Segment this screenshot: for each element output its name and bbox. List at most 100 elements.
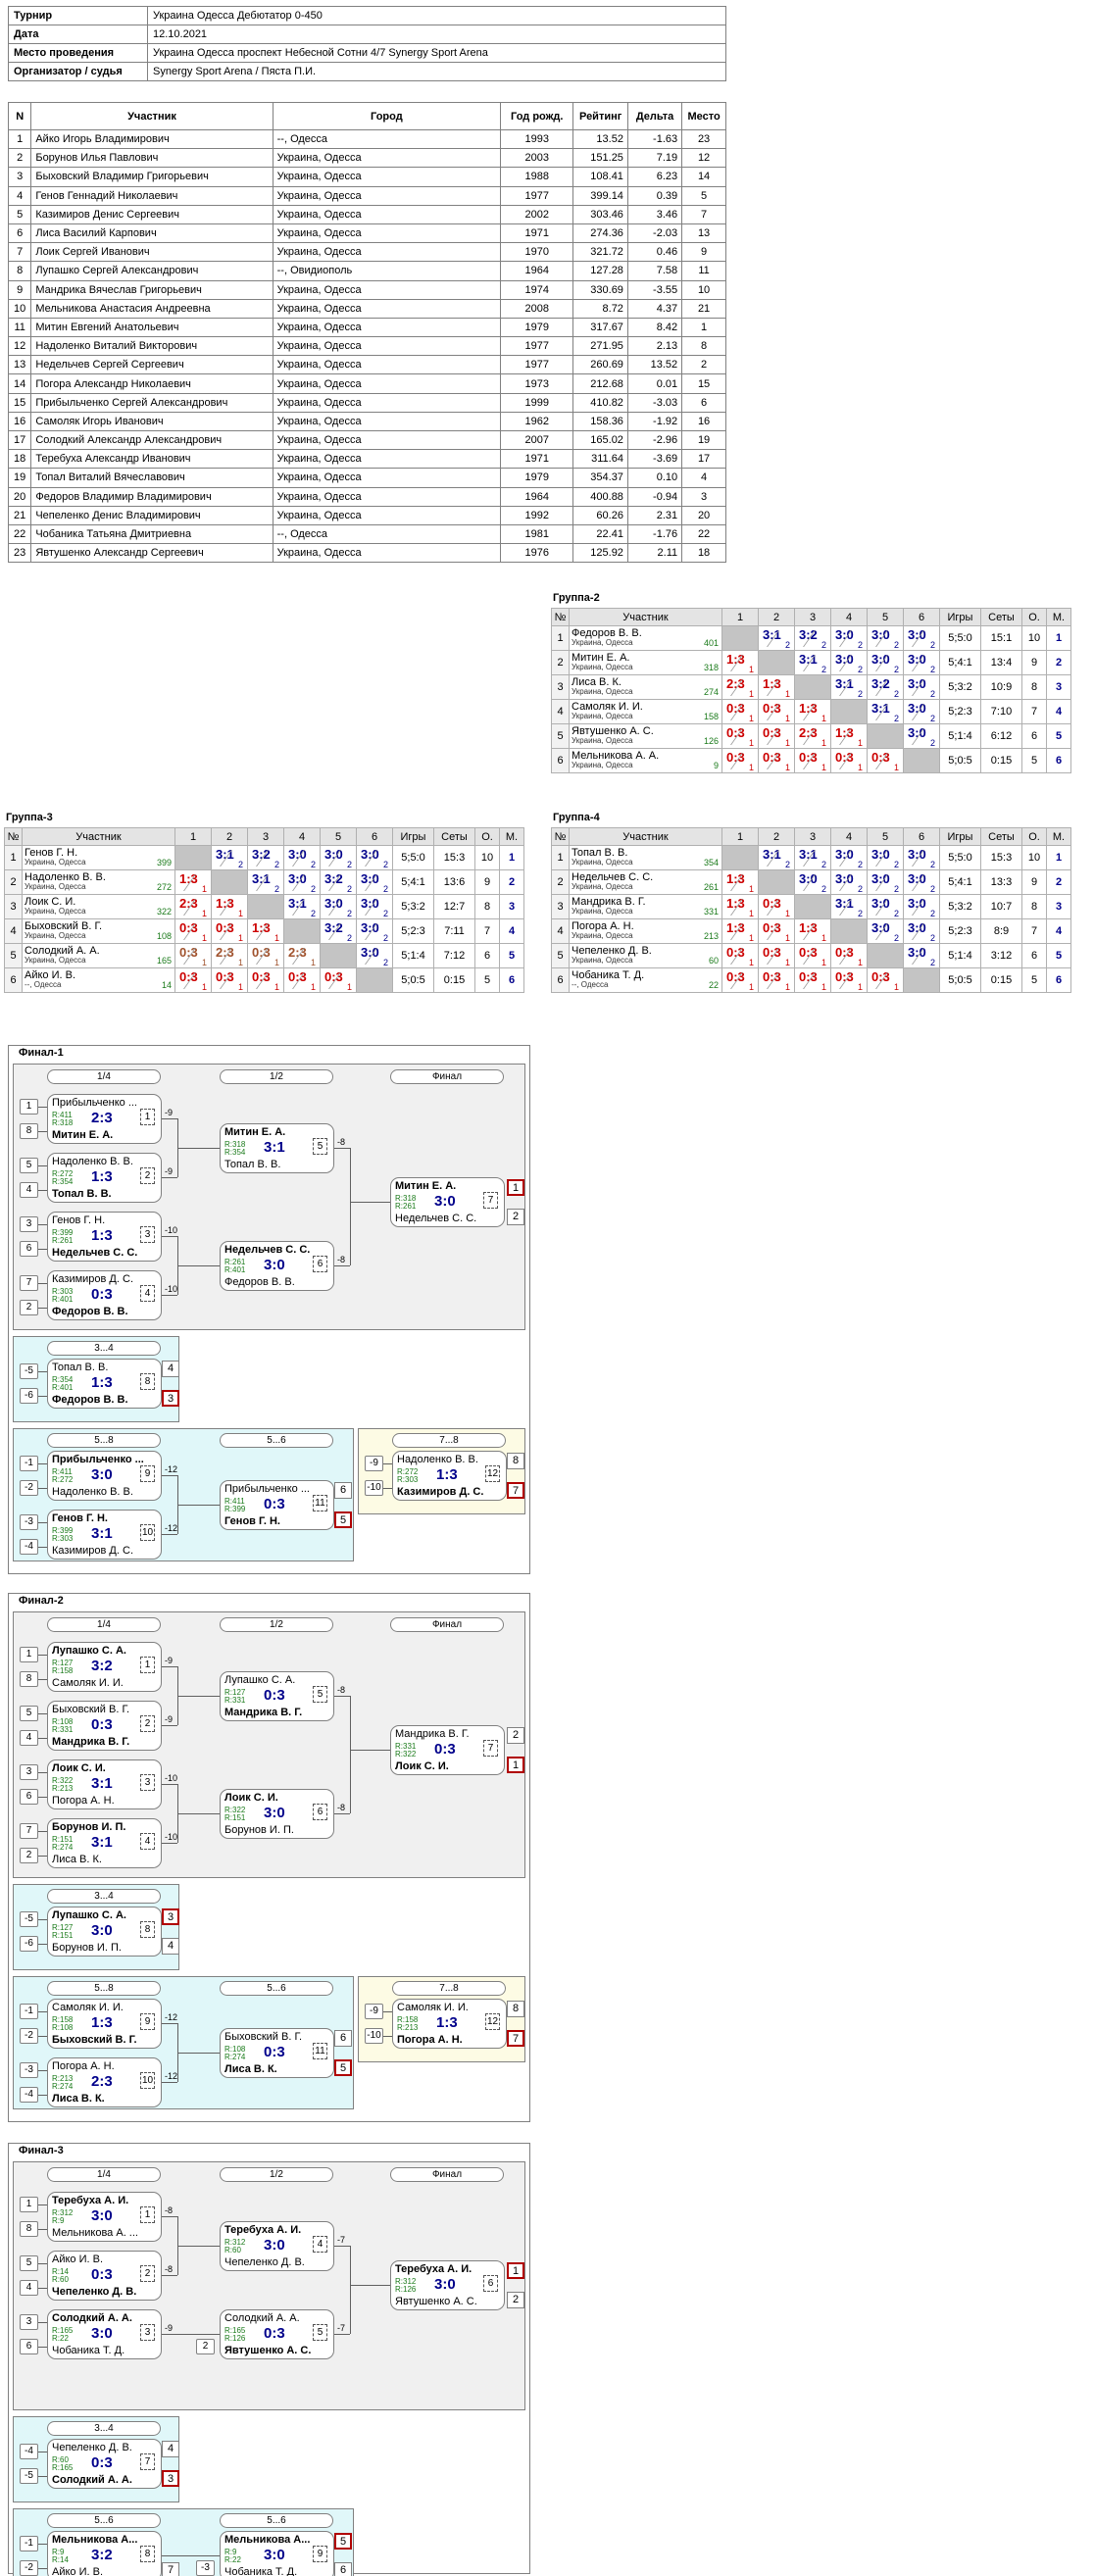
match-score-cell[interactable]: 0:3 1 bbox=[867, 967, 905, 993]
match-score-cell[interactable]: 1:3 1 bbox=[830, 723, 869, 749]
match-score-cell[interactable]: 0:3 1 bbox=[247, 943, 285, 968]
match-score-cell[interactable]: 0:3 1 bbox=[721, 943, 760, 968]
match-score-cell[interactable]: 0:3 1 bbox=[758, 894, 796, 919]
match-box[interactable]: Самоляк И. И. Погора А. Н. R:158 R:213 1:3 12 bbox=[392, 1999, 507, 2049]
match-score-cell[interactable]: 0:3 1 bbox=[721, 967, 760, 993]
match-score-cell[interactable]: 0:3 1 bbox=[830, 967, 869, 993]
match-box[interactable]: Борунов И. П. Лиса В. К. R:151 R:274 3:1 4 bbox=[47, 1818, 162, 1868]
match-score-cell[interactable]: 2:3 1 bbox=[721, 674, 760, 700]
match-score-cell[interactable]: 0:3 1 bbox=[794, 943, 832, 968]
match-score-cell[interactable]: 3:2 2 bbox=[867, 674, 905, 700]
match-score-cell[interactable]: 3:0 2 bbox=[320, 845, 358, 870]
match-box[interactable]: Надоленко В. В. Топал В. В. R:272 R:354 1:3 2 bbox=[47, 1153, 162, 1203]
match-box[interactable]: Айко И. В. Чепеленко Д. В. R:14 R:60 0:3 2 bbox=[47, 2251, 162, 2301]
match-score-cell[interactable]: 3:1 2 bbox=[794, 650, 832, 675]
match-score-cell[interactable]: 0:3 1 bbox=[758, 943, 796, 968]
match-score-cell[interactable]: 1:3 1 bbox=[247, 918, 285, 944]
match-score-cell[interactable]: 3:1 2 bbox=[794, 845, 832, 870]
match-score-cell[interactable]: 3:1 2 bbox=[758, 625, 796, 651]
match-score-cell[interactable]: 3:0 2 bbox=[356, 918, 394, 944]
match-score-cell[interactable]: 3:2 2 bbox=[794, 625, 832, 651]
match-score-cell[interactable]: 1:3 1 bbox=[721, 650, 760, 675]
match-box[interactable]: Надоленко В. В. Казимиров Д. С. R:272 R:303… bbox=[392, 1451, 507, 1501]
match-box[interactable]: Прибыльченко ... Надоленко В. В. R:411 R:27… bbox=[47, 1451, 162, 1501]
match-score-cell[interactable]: 3:0 2 bbox=[794, 869, 832, 895]
match-score-cell[interactable]: 3:0 2 bbox=[867, 845, 905, 870]
match-score-cell[interactable]: 0:3 1 bbox=[174, 918, 213, 944]
match-score-cell[interactable]: 3:1 2 bbox=[758, 845, 796, 870]
match-score-cell[interactable]: 0:3 1 bbox=[758, 699, 796, 724]
match-score-cell[interactable]: 3:0 2 bbox=[903, 650, 941, 675]
match-score-cell[interactable]: 0:3 1 bbox=[721, 699, 760, 724]
match-score-cell[interactable]: 3:0 2 bbox=[356, 845, 394, 870]
match-score-cell[interactable]: 1:3 1 bbox=[721, 869, 760, 895]
match-score-cell[interactable]: 3:0 2 bbox=[356, 943, 394, 968]
match-score-cell[interactable]: 0:3 1 bbox=[174, 967, 213, 993]
match-score-cell[interactable]: 1:3 1 bbox=[721, 918, 760, 944]
match-box[interactable]: Мельникова А... Айко И. В. R:9 R:14 3:2 8 bbox=[47, 2531, 162, 2576]
match-score-cell[interactable]: 1:3 1 bbox=[174, 869, 213, 895]
match-box[interactable]: Самоляк И. И. Быховский В. Г. R:158 R:108 1:… bbox=[47, 1999, 162, 2049]
match-score-cell[interactable]: 3:0 2 bbox=[830, 869, 869, 895]
match-score-cell[interactable]: 0:3 1 bbox=[794, 967, 832, 993]
match-score-cell[interactable]: 0:3 1 bbox=[758, 967, 796, 993]
match-score-cell[interactable]: 0:3 1 bbox=[794, 748, 832, 773]
match-score-cell[interactable]: 3:0 2 bbox=[903, 869, 941, 895]
match-score-cell[interactable]: 1:3 1 bbox=[211, 894, 249, 919]
match-score-cell[interactable]: 3:0 2 bbox=[830, 845, 869, 870]
match-score-cell[interactable]: 1:3 1 bbox=[721, 894, 760, 919]
match-box[interactable]: Прибыльченко ... Митин Е. А. R:411 R:318 2:3… bbox=[47, 1094, 162, 1144]
match-score-cell[interactable]: 3:0 2 bbox=[283, 845, 322, 870]
match-score-cell[interactable]: 0:3 1 bbox=[320, 967, 358, 993]
match-score-cell[interactable]: 0:3 1 bbox=[283, 967, 322, 993]
match-box[interactable]: Лоик С. И. Погора А. Н. R:322 R:213 3:1 3 bbox=[47, 1759, 162, 1809]
match-score-cell[interactable]: 3:0 2 bbox=[356, 894, 394, 919]
match-box[interactable]: Солодкий А. А. Чобаника Т. Д. R:165 R:22 3:0… bbox=[47, 2309, 162, 2359]
match-score-cell[interactable]: 3:0 2 bbox=[356, 869, 394, 895]
match-score-cell[interactable]: 0:3 1 bbox=[721, 723, 760, 749]
match-box[interactable]: Митин Е. А. Недельчев С. С. R:318 R:261 3:0 7 bbox=[390, 1177, 505, 1227]
match-score-cell[interactable]: 0:3 1 bbox=[830, 748, 869, 773]
match-box[interactable]: Лупашко С. А. Борунов И. П. R:127 R:151 3:0 8 bbox=[47, 1907, 162, 1957]
match-box[interactable]: Лоик С. И. Борунов И. П. R:322 R:151 3:0 6 bbox=[220, 1789, 334, 1839]
match-score-cell[interactable]: 3:0 2 bbox=[867, 625, 905, 651]
match-box[interactable]: Казимиров Д. С. Федоров В. В. R:303 R:401 0:… bbox=[47, 1270, 162, 1320]
match-score-cell[interactable]: 3:2 2 bbox=[320, 918, 358, 944]
match-box[interactable]: Митин Е. А. Топал В. В. R:318 R:354 3:1 5 bbox=[220, 1123, 334, 1173]
match-box[interactable]: Погора А. Н. Лиса В. К. R:213 R:274 2:3 10 bbox=[47, 2057, 162, 2107]
match-score-cell[interactable]: 2:3 1 bbox=[174, 894, 213, 919]
match-score-cell[interactable]: 0:3 1 bbox=[867, 748, 905, 773]
match-score-cell[interactable]: 3:1 2 bbox=[247, 869, 285, 895]
match-box[interactable]: Недельчев С. С. Федоров В. В. R:261 R:401 3:… bbox=[220, 1241, 334, 1291]
match-score-cell[interactable]: 3:0 2 bbox=[903, 918, 941, 944]
match-box[interactable]: Мельникова А... Чобаника Т. Д. R:9 R:22 3:0 9 bbox=[220, 2531, 334, 2576]
match-score-cell[interactable]: 1:3 1 bbox=[794, 918, 832, 944]
match-score-cell[interactable]: 3:0 2 bbox=[830, 650, 869, 675]
match-score-cell[interactable]: 3:1 2 bbox=[283, 894, 322, 919]
match-score-cell[interactable]: 0:3 1 bbox=[758, 918, 796, 944]
match-score-cell[interactable]: 0:3 1 bbox=[174, 943, 213, 968]
match-box[interactable]: Теребуха А. И. Мельникова А. ... R:312 R:9 3… bbox=[47, 2192, 162, 2242]
match-box[interactable]: Быховский В. Г. Лиса В. К. R:108 R:274 0:3 11 bbox=[220, 2028, 334, 2078]
match-box[interactable]: Лупашко С. А. Самоляк И. И. R:127 R:158 3:2 1 bbox=[47, 1642, 162, 1692]
match-box[interactable]: Солодкий А. А. Явтушенко А. С. R:165 R:126 0… bbox=[220, 2309, 334, 2359]
match-score-cell[interactable]: 2:3 1 bbox=[794, 723, 832, 749]
match-score-cell[interactable]: 0:3 1 bbox=[247, 967, 285, 993]
match-score-cell[interactable]: 0:3 1 bbox=[758, 723, 796, 749]
match-score-cell[interactable]: 3:0 2 bbox=[867, 894, 905, 919]
match-score-cell[interactable]: 3:0 2 bbox=[903, 894, 941, 919]
match-box[interactable]: Прибыльченко ... Генов Г. Н. R:411 R:399 0:3… bbox=[220, 1480, 334, 1530]
match-box[interactable]: Генов Г. Н. Недельчев С. С. R:399 R:261 1:3 3 bbox=[47, 1212, 162, 1262]
match-score-cell[interactable]: 3:0 2 bbox=[320, 894, 358, 919]
match-score-cell[interactable]: 2:3 1 bbox=[283, 943, 322, 968]
match-box[interactable]: Генов Г. Н. Казимиров Д. С. R:399 R:303 3:1 1… bbox=[47, 1510, 162, 1560]
match-score-cell[interactable]: 3:1 2 bbox=[830, 894, 869, 919]
match-score-cell[interactable]: 0:3 1 bbox=[211, 967, 249, 993]
match-score-cell[interactable]: 3:1 2 bbox=[211, 845, 249, 870]
match-score-cell[interactable]: 3:0 2 bbox=[903, 625, 941, 651]
match-score-cell[interactable]: 3:0 2 bbox=[867, 918, 905, 944]
match-score-cell[interactable]: 3:0 2 bbox=[903, 723, 941, 749]
match-score-cell[interactable]: 3:0 2 bbox=[867, 650, 905, 675]
match-score-cell[interactable]: 3:0 2 bbox=[283, 869, 322, 895]
match-score-cell[interactable]: 1:3 1 bbox=[794, 699, 832, 724]
